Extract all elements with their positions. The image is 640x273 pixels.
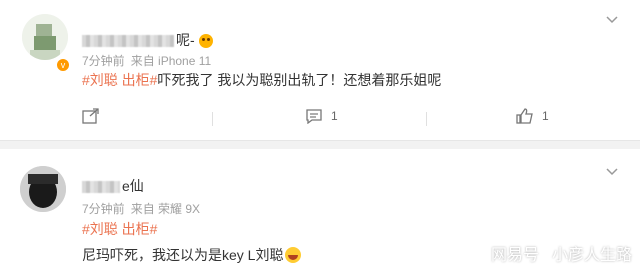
comment-meta: 7分钟前 来自 iPhone 11: [82, 52, 217, 69]
reply-icon: [306, 109, 322, 124]
blurred-name: [82, 35, 174, 48]
watermark-brand: 网易号: [490, 247, 539, 264]
reply-button[interactable]: 1: [305, 108, 338, 124]
like-count: 1: [542, 109, 549, 123]
topic-tag-line: #刘聪 出柜#: [82, 219, 157, 239]
chevron-down-icon[interactable]: [606, 16, 618, 24]
watermark-author: 小彦人生路: [551, 247, 632, 264]
like-button[interactable]: 1: [516, 108, 549, 124]
divider: [426, 112, 427, 126]
blurred-name: [82, 181, 120, 194]
comment-time: 7分钟前: [82, 54, 125, 68]
comment-source: 来自 iPhone 11: [130, 54, 212, 68]
vip-badge: v: [56, 58, 70, 72]
avatar[interactable]: [20, 166, 66, 212]
comment-text: 尼玛吓死，我还以为是key L刘聪: [82, 247, 284, 263]
watermark-separator: [544, 246, 546, 260]
topic-tag[interactable]: #刘聪 出柜#: [82, 221, 157, 237]
comment-item: v 呢- 7分钟前 来自 iPhone 11 #刘聪 出柜#吓死我了 我以为聪别出…: [0, 0, 640, 148]
divider: [212, 112, 213, 126]
share-icon: [82, 108, 99, 124]
comment-source: 来自 荣耀 9X: [130, 202, 201, 216]
comment-body: #刘聪 出柜#吓死我了 我以为聪别出轨了！还想着那乐姐呢: [82, 70, 441, 90]
username[interactable]: e仙: [82, 176, 144, 196]
comment-time: 7分钟前: [82, 202, 125, 216]
share-button[interactable]: [82, 108, 100, 124]
comment-text: 吓死我了 我以为聪别出轨了！还想着那乐姐呢: [157, 72, 442, 88]
emoji-badge-icon: [198, 34, 213, 49]
avatar[interactable]: [22, 14, 68, 60]
reply-count: 1: [331, 109, 338, 123]
chevron-down-icon[interactable]: [606, 168, 618, 176]
username[interactable]: 呢-: [82, 30, 213, 50]
comment-meta: 7分钟前 来自 荣耀 9X: [82, 200, 206, 217]
username-text: 呢-: [176, 32, 195, 48]
like-icon: [516, 108, 533, 124]
watermark: 网易号 小彦人生路: [491, 241, 632, 265]
username-text: e仙: [122, 178, 144, 194]
topic-tag[interactable]: #刘聪 出柜#: [82, 72, 157, 88]
comment-body: 尼玛吓死，我还以为是key L刘聪: [82, 245, 302, 265]
laughing-emoji-icon: [285, 247, 302, 263]
